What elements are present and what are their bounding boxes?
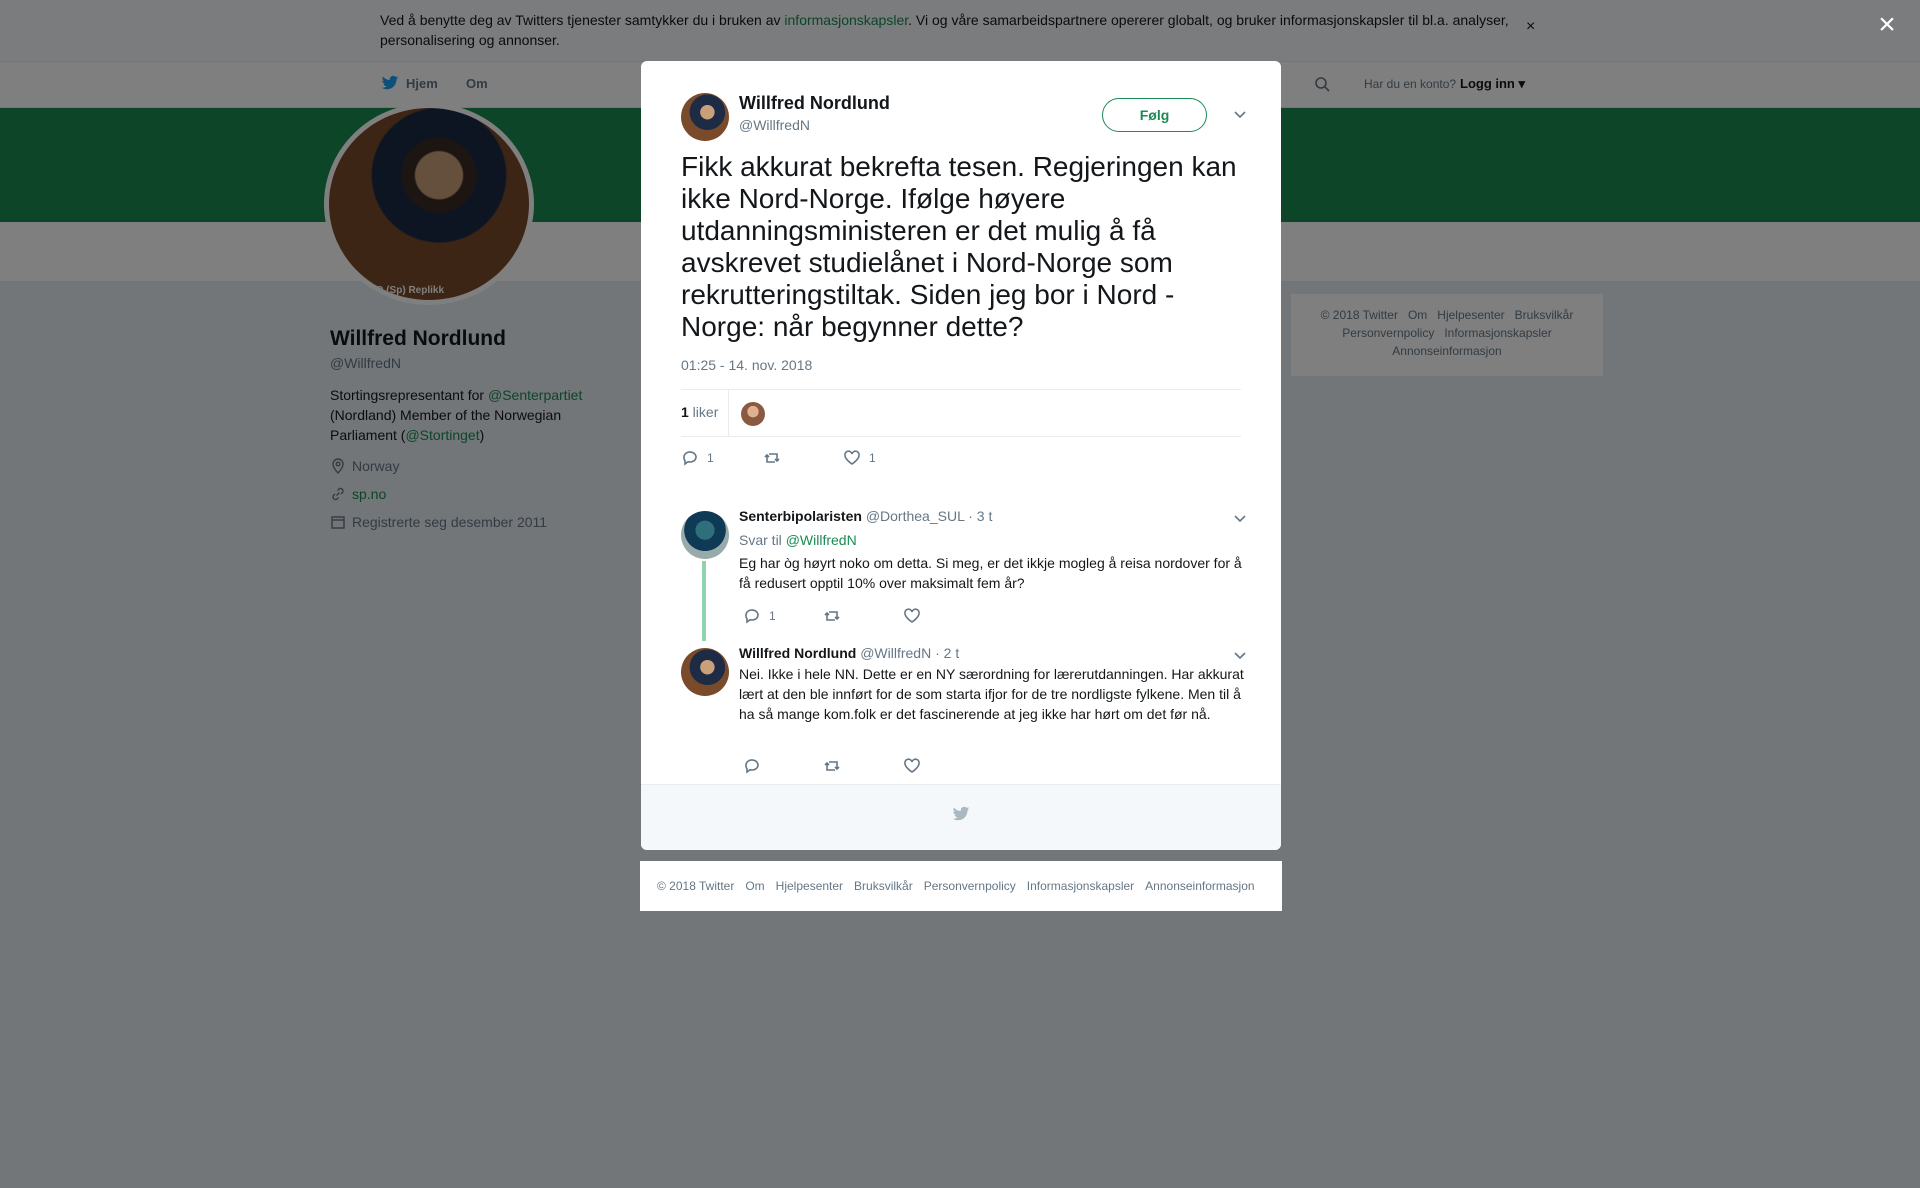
reply-time[interactable]: · 3 t [968,508,992,524]
reply2-menu-chevron-down-icon[interactable] [1233,648,1247,662]
modal-close-icon[interactable]: × [1872,10,1902,42]
heart-icon [904,608,920,623]
reply-retweet-button[interactable] [823,607,903,625]
reply-icon [745,609,759,624]
reply-header: Senterbipolaristen @Dorthea_SUL · 3 t [739,508,992,524]
thread-line [702,561,706,641]
tweet-modal: Willfred Nordlund @WillfredN Følg Fikk a… [641,61,1281,850]
heart-icon [904,758,920,773]
liker-avatar[interactable] [741,402,765,426]
retweet-icon [824,611,840,621]
bottom-footer-link-om[interactable]: Om [745,879,764,893]
bottom-footer-link-personvern[interactable]: Personvernpolicy [924,879,1016,893]
reply-author-handle[interactable]: @Dorthea_SUL [866,508,965,524]
reply-like-button[interactable] [903,607,921,625]
reply-to: Svar til @WillfredN [739,532,857,548]
retweet-icon [764,453,780,463]
reply2-text: Nei. Ikke i hele NN. Dette er en NY særo… [739,666,1244,722]
tweet-author-name[interactable]: Willfred Nordlund [739,93,890,114]
bottom-footer-copyright: © 2018 Twitter [657,879,735,893]
reply-author-name[interactable]: Senterbipolaristen [739,508,862,524]
reply2-header: Willfred Nordlund @WillfredN · 2 t [739,645,959,661]
tweet-text: Fikk akkurat bekrefta tesen. Regjeringen… [681,151,1237,342]
likes-count[interactable]: 1 liker [681,404,718,420]
reply2-retweet-button[interactable] [823,757,903,775]
reply2-author-name[interactable]: Willfred Nordlund [739,645,856,661]
reply2-time[interactable]: · 2 t [935,645,959,661]
reply-icon [683,451,697,466]
bottom-footer-link-bruksvilkar[interactable]: Bruksvilkår [854,879,913,893]
reply-author-avatar[interactable] [681,511,729,559]
twitter-bird-icon [952,806,970,821]
modal-footer [641,784,1281,850]
like-button[interactable]: 1 [843,449,876,467]
tweet-stats: 1 liker [681,389,1241,437]
retweet-icon [824,761,840,771]
reply-to-link[interactable]: @WillfredN [786,532,857,548]
bottom-footer-link-annonseinformasjon[interactable]: Annonseinformasjon [1145,879,1254,893]
reply-actions: 1 [743,607,921,625]
bottom-footer-link-informasjonskapsler[interactable]: Informasjonskapsler [1027,879,1134,893]
tweet-actions: 1 1 [681,449,876,467]
reply-text: Eg har òg høyrt noko om detta. Si meg, e… [739,555,1242,591]
reply-button[interactable]: 1 [681,449,763,467]
tweet-author-avatar[interactable] [681,93,729,141]
reply-icon [745,759,759,774]
bottom-footer-link-hjelpesenter[interactable]: Hjelpesenter [776,879,843,893]
reply2-like-button[interactable] [903,757,921,775]
reply2-author-handle[interactable]: @WillfredN [860,645,931,661]
tweet-menu-chevron-down-icon[interactable] [1233,107,1247,121]
tweet-author-handle[interactable]: @WillfredN [739,117,810,133]
follow-button[interactable]: Følg [1102,98,1207,132]
reply2-reply-button[interactable] [743,757,823,775]
reply-reply-button[interactable]: 1 [743,607,823,625]
reply2-author-avatar[interactable] [681,648,729,696]
heart-icon [844,450,860,465]
retweet-button[interactable] [763,449,843,467]
tweet-timestamp[interactable]: 01:25 - 14. nov. 2018 [681,357,812,373]
modal-bottom-footer: © 2018 Twitter Om Hjelpesenter Bruksvilk… [640,861,1282,911]
reply2-actions [743,757,921,775]
reply-menu-chevron-down-icon[interactable] [1233,511,1247,525]
